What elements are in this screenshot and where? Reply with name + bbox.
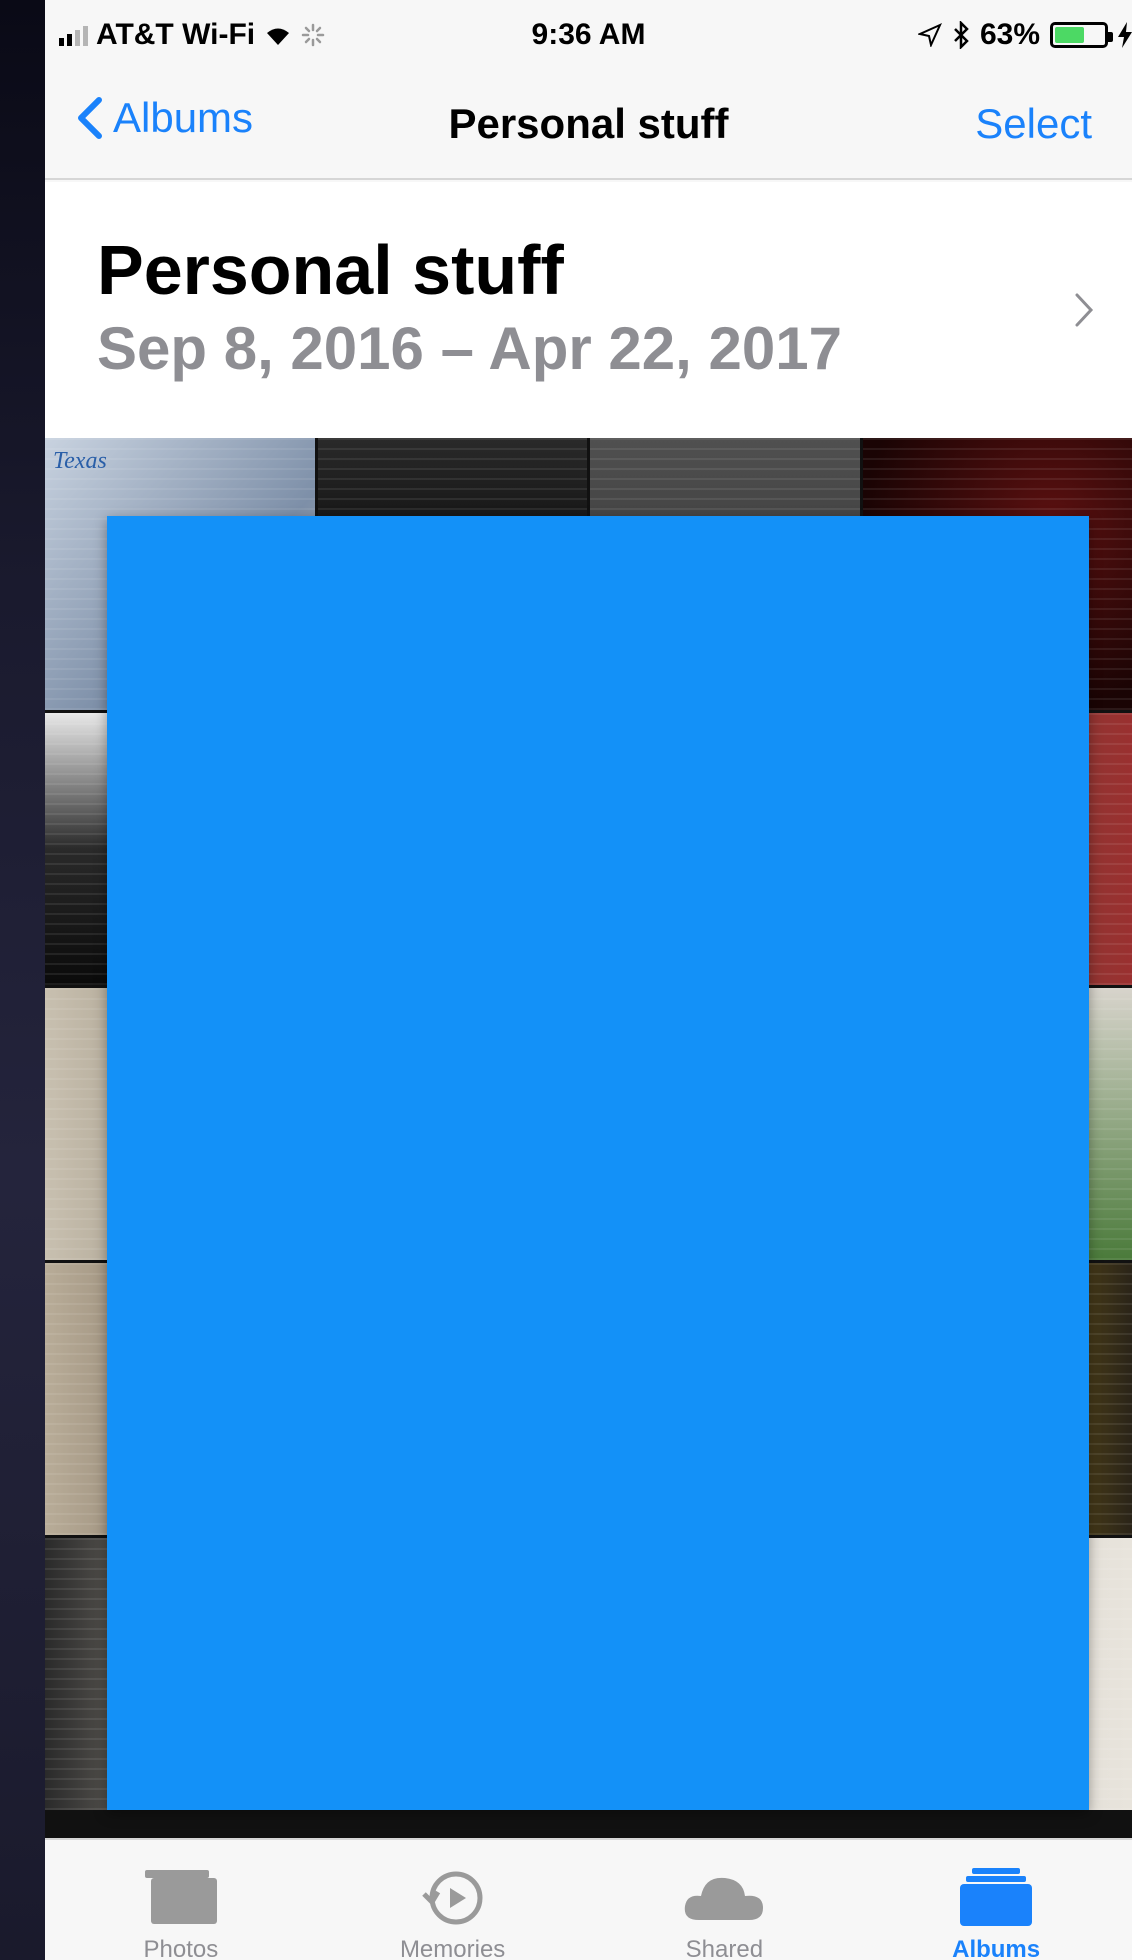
tab-albums[interactable]: Albums	[860, 1840, 1132, 1960]
navigation-bar: Albums Personal stuff Select	[45, 72, 1132, 180]
cloud-icon	[685, 1877, 764, 1920]
tab-label: Albums	[952, 1936, 1041, 1960]
tab-shared[interactable]: Shared	[589, 1840, 861, 1960]
battery-icon	[1050, 22, 1113, 48]
phone-screen: AT&T Wi-Fi 9:36 AM 63% Albums Personal s…	[45, 0, 1132, 1960]
tab-label: Memories	[399, 1936, 506, 1960]
album-header[interactable]: Personal stuff Sep 8, 2016 – Apr 22, 201…	[45, 182, 1132, 438]
photo-caption: Texas	[53, 448, 107, 474]
status-right: 63%	[917, 18, 1132, 52]
tab-photos[interactable]: Photos	[45, 1840, 317, 1960]
status-bar: AT&T Wi-Fi 9:36 AM 63%	[45, 0, 1132, 72]
location-arrow-icon	[917, 23, 942, 47]
tab-label: Photos	[143, 1936, 219, 1960]
battery-percent: 63%	[979, 18, 1040, 51]
redaction-overlay	[107, 516, 1089, 1810]
bluetooth-icon	[954, 21, 969, 49]
chevron-right-icon	[1075, 293, 1094, 327]
memories-icon	[421, 1871, 483, 1925]
charging-bolt-icon	[1118, 22, 1132, 48]
battery-fill	[1055, 27, 1084, 43]
tab-label: Shared	[685, 1936, 764, 1960]
nav-title: Personal stuff	[448, 100, 729, 147]
tab-memories[interactable]: Memories	[317, 1840, 589, 1960]
album-title: Personal stuff	[97, 231, 564, 309]
tab-bar: Photos Memories Shared Albums	[45, 1838, 1132, 1960]
album-date-range: Sep 8, 2016 – Apr 22, 2017	[97, 315, 842, 382]
albums-icon	[960, 1868, 1033, 1926]
photos-icon	[144, 1870, 217, 1924]
select-button[interactable]: Select	[975, 100, 1092, 148]
